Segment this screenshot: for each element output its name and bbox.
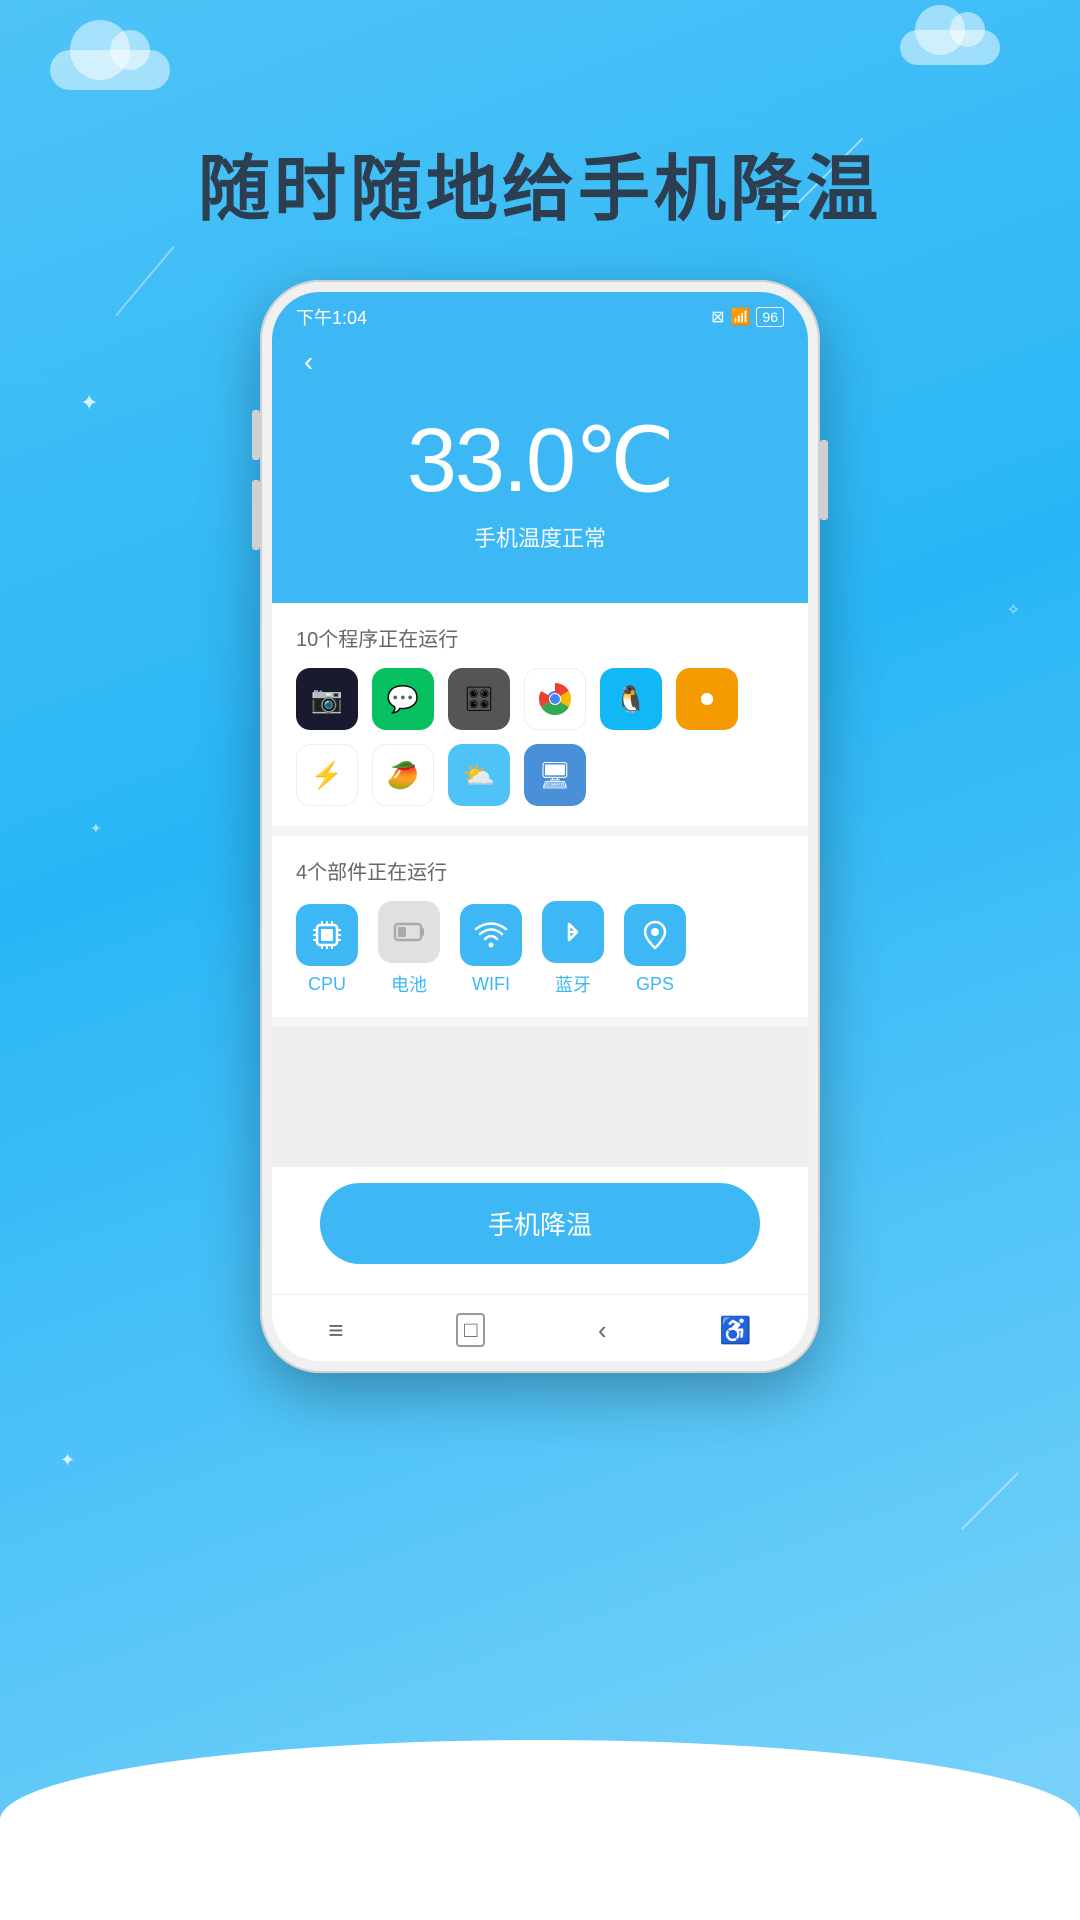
audio-app-icon[interactable]: 🎛 [448,668,510,730]
app-header: ‹ [272,338,808,378]
battery-level: 96 [756,307,784,327]
bluetooth-icon-box [542,901,604,963]
deco-line-2 [115,246,174,316]
wifi-icon-box [460,904,522,966]
gps-icon-box [624,904,686,966]
wifi-label: WIFI [472,974,510,995]
nav-menu-icon[interactable]: ≡ [328,1315,343,1346]
components-row: CPU 电池 [296,901,784,997]
volume-up-button [252,410,260,460]
status-bar: 下午1:04 ⊠ 📶 96 [272,292,808,338]
cloud-left [50,50,170,90]
nav-back-icon[interactable]: ‹ [598,1315,607,1346]
wifi-component[interactable]: WIFI [460,904,522,995]
camera-app-icon[interactable]: 📷 [296,668,358,730]
main-tagline: 随时随地给手机降温 [0,130,1080,235]
deco-line-3 [961,1472,1019,1530]
orange-app-icon[interactable]: ⏺ [676,668,738,730]
battery-component[interactable]: 电池 [378,901,440,997]
wechat-app-icon[interactable]: 💬 [372,668,434,730]
cloud-right [900,30,1000,65]
app-icons-row: 📷 💬 🎛 [296,668,784,806]
speed-app-icon[interactable]: ⚡ [296,744,358,806]
mango-app-icon[interactable]: 🥭 [372,744,434,806]
cpu-component[interactable]: CPU [296,904,358,995]
volume-down-button [252,480,260,550]
star-1: ✦ [80,390,98,416]
power-button [820,440,828,520]
temperature-status: 手机温度正常 [292,521,788,553]
back-button[interactable]: ‹ [296,342,321,381]
running-apps-label: 10个程序正在运行 [296,623,784,652]
bottom-hill-decoration [0,1740,1080,1920]
battery-cross-icon: ⊠ [711,307,724,327]
nav-home-icon[interactable]: □ [456,1313,485,1347]
navigation-bar: ≡ □ ‹ ♿ [272,1294,808,1361]
status-time: 下午1:04 [296,304,367,330]
phone-mockup: 下午1:04 ⊠ 📶 96 ‹ 33.0℃ 手机温度正常 [260,280,820,1373]
status-icons: ⊠ 📶 96 [711,307,784,327]
phone-outer-frame: 下午1:04 ⊠ 📶 96 ‹ 33.0℃ 手机温度正常 [260,280,820,1373]
running-components-section: 4个部件正在运行 [272,836,808,1017]
gps-label: GPS [636,974,674,995]
weather-app-icon[interactable]: ⛅ [448,744,510,806]
remote-app-icon[interactable]: 🖥 [524,744,586,806]
battery-label: 电池 [391,971,427,997]
cpu-icon [296,904,358,966]
chrome-app-icon[interactable] [524,668,586,730]
bluetooth-label: 蓝牙 [555,971,591,997]
empty-gray-area [272,1027,808,1167]
qq-app-icon[interactable]: 🐧 [600,668,662,730]
temperature-section: 33.0℃ 手机温度正常 [272,378,808,603]
cpu-label: CPU [308,974,346,995]
temperature-value: 33.0℃ [292,408,788,513]
cool-phone-button[interactable]: 手机降温 [320,1183,760,1264]
running-apps-section: 10个程序正在运行 📷 💬 🎛 [272,603,808,826]
chrome-svg-icon [535,679,575,719]
running-components-label: 4个部件正在运行 [296,856,784,885]
wifi-icon: 📶 [731,307,751,327]
bluetooth-component[interactable]: 蓝牙 [542,901,604,997]
battery-icon [378,901,440,963]
content-section: 10个程序正在运行 📷 💬 🎛 [272,603,808,1361]
star-3: ✧ [1007,600,1020,620]
star-2: ✦ [60,1450,75,1471]
star-4: ✦ [90,820,102,837]
gps-component[interactable]: GPS [624,904,686,995]
nav-accessibility-icon[interactable]: ♿ [719,1315,751,1346]
phone-screen: 下午1:04 ⊠ 📶 96 ‹ 33.0℃ 手机温度正常 [272,292,808,1361]
